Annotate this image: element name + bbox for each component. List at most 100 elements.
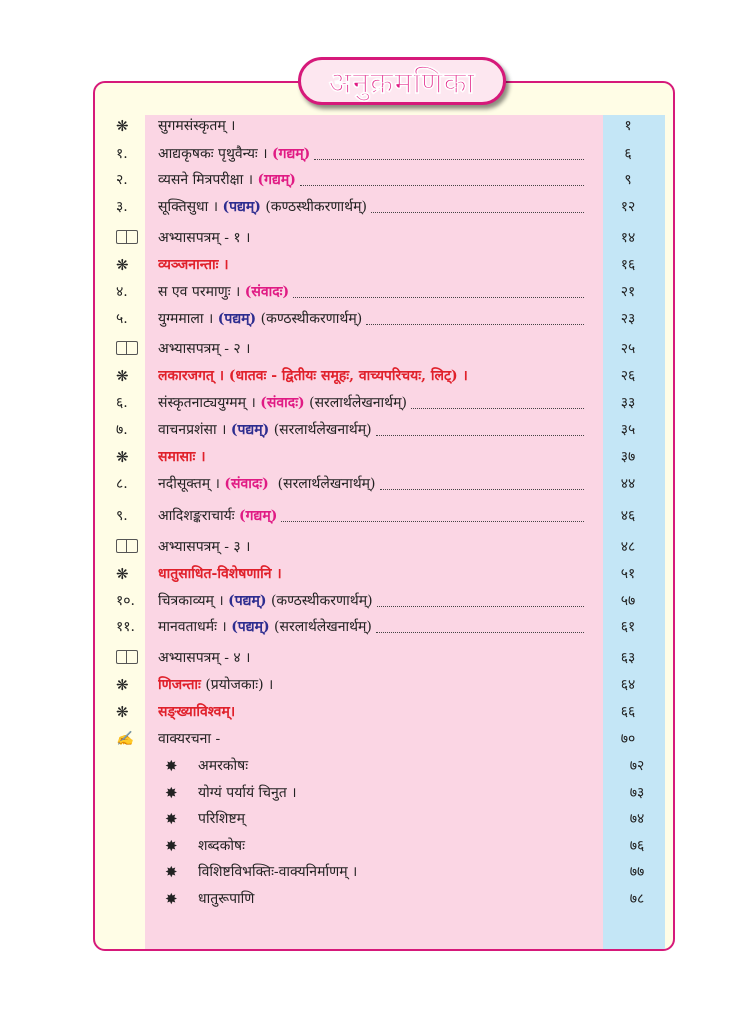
asterisk-bullet-icon: ✸	[165, 784, 178, 802]
page-number: ७२	[629, 758, 645, 774]
entry-title: चित्रकाव्यम् । (पद्यम्) (कण्ठस्थीकरणार्थ…	[158, 590, 588, 612]
sub-entry-title: परिशिष्टम्	[198, 811, 245, 827]
dot-leader	[376, 606, 584, 607]
page-number: २५	[620, 341, 636, 357]
dot-leader	[375, 632, 584, 633]
entry-title-part: संस्कृतनाट्ययुग्मम् ।	[158, 395, 261, 411]
entry-title-part: आद्यकृषकः पृथुवैन्यः ।	[158, 146, 272, 162]
entry-title-part: (गद्यम्)	[257, 172, 296, 188]
star-bullet-icon: ❋	[116, 448, 129, 466]
dot-leader	[366, 324, 584, 325]
entry-title-part: व्यञ्जनान्ताः ।	[158, 257, 229, 273]
entry-title-part: (गद्यम्)	[271, 146, 311, 162]
entry-title-part: (सरलार्थलेखनार्थम्)	[269, 422, 372, 438]
entry-title-part: (पद्यम्)	[231, 619, 270, 635]
star-bullet-icon: ❋	[116, 565, 129, 583]
entry-title: अभ्यासपत्रम् - २ ।	[158, 338, 588, 360]
sub-entry-title: विशिष्टविभक्तिः-वाक्यनिर्माणम् ।	[198, 864, 358, 880]
contents-entry: ३. सूक्तिसुधा । (पद्यम्) (कण्ठस्थीकरणार्थ…	[110, 196, 666, 218]
asterisk-bullet-icon: ✸	[165, 890, 178, 908]
page-number: १६	[620, 257, 636, 273]
entry-title-part: नदीसूक्तम् ।	[158, 476, 225, 492]
entry-title: सूक्तिसुधा । (पद्यम्) (कण्ठस्थीकरणार्थम्…	[158, 196, 588, 218]
page-number: ७४	[629, 811, 645, 827]
book-icon	[116, 338, 160, 360]
page-number: ७६	[629, 838, 645, 854]
entry-title-part: लकारजगत् । (धातवः - द्वितीयः समूहः, वाच्…	[158, 368, 468, 384]
entry-title: संस्कृतनाट्ययुग्मम् । (संवादः) (सरलार्थल…	[158, 392, 588, 414]
entry-title: सङ्ख्याविश्वम्।	[158, 701, 588, 723]
sub-entry: ✸ विशिष्टविभक्तिः-वाक्यनिर्माणम् । ७७	[165, 861, 665, 883]
page-number: २१	[620, 284, 636, 300]
entry-title: स एव परमाणुः । (संवादः)	[158, 281, 588, 303]
contents-entry: अभ्यासपत्रम् - ४ । ६३	[110, 647, 666, 669]
page-number: ६३	[620, 650, 636, 666]
entry-number: १.	[116, 146, 128, 162]
entry-number: ७.	[116, 422, 128, 438]
star-bullet-icon: ❋	[116, 367, 129, 385]
contents-entry: ९. आदिशङ्कराचार्यः (गद्यम्) ४६	[110, 505, 666, 527]
entry-title: धातुसाधित-विशेषणानि ।	[158, 563, 588, 585]
sub-entry: ✸ धातुरूपाणि ७८	[165, 888, 665, 910]
contents-entry: १०. चित्रकाव्यम् । (पद्यम्) (कण्ठस्थीकरणा…	[110, 590, 666, 612]
entry-title-part: अभ्यासपत्रम् - ४ ।	[158, 650, 251, 666]
contents-entry: ८. नदीसूक्तम् । (संवादः) (सरलार्थलेखनार्थ…	[110, 473, 666, 495]
entry-title-part: स एव परमाणुः ।	[158, 284, 245, 300]
contents-entry: २. व्यसने मित्रपरीक्षा । (गद्यम्) ९	[110, 169, 666, 191]
entry-title-part: (कण्ठस्थीकरणार्थम्)	[256, 311, 363, 327]
entry-number: ११.	[116, 619, 136, 635]
entry-title-part: सुगमसंस्कृतम् ।	[158, 118, 236, 134]
page-number: १२	[620, 199, 636, 215]
entry-title-part: (प्रयोजकाः) ।	[200, 677, 274, 693]
entry-title-part: वाचनप्रशंसा ।	[158, 422, 231, 438]
dot-leader	[370, 212, 584, 213]
contents-entry: ११. मानवताधर्मः । (पद्यम्) (सरलार्थलेखनार…	[110, 616, 666, 638]
entry-title: णिजन्ताः (प्रयोजकाः) ।	[158, 674, 588, 696]
asterisk-bullet-icon: ✸	[165, 837, 178, 855]
entry-title-part: आदिशङ्कराचार्यः	[158, 508, 240, 524]
contents-entry: अभ्यासपत्रम् - २ । २५	[110, 338, 666, 360]
entry-title-part: मानवताधर्मः ।	[158, 619, 232, 635]
dot-leader	[375, 435, 584, 436]
entry-title-part: (पद्यम्)	[228, 593, 267, 609]
page-number: ३५	[620, 422, 636, 438]
entry-title: आदिशङ्कराचार्यः (गद्यम्)	[158, 505, 588, 527]
sub-entry: ✸ अमरकोषः ७२	[165, 755, 665, 777]
dot-leader	[293, 297, 584, 298]
page-number: ४४	[620, 476, 636, 492]
entry-title-part: सङ्ख्याविश्वम्।	[158, 704, 236, 720]
entry-title: वाक्यरचना -	[158, 728, 588, 750]
entry-title-part: अभ्यासपत्रम् - १ ।	[158, 230, 251, 246]
entry-title-part: णिजन्ताः	[158, 677, 201, 693]
entry-title-part: (संवादः)	[260, 395, 305, 411]
entry-number: ८.	[116, 476, 128, 492]
entry-number: १०.	[116, 593, 136, 609]
entry-title-part: (पद्यम्)	[230, 422, 270, 438]
entry-title: वाचनप्रशंसा । (पद्यम्) (सरलार्थलेखनार्थम…	[158, 419, 588, 441]
page-number: ७७	[629, 864, 645, 880]
page-number: ४८	[620, 539, 636, 555]
contents-entry: ❋ धातुसाधित-विशेषणानि । ५१	[110, 563, 666, 585]
page-number: ४६	[620, 508, 636, 524]
contents-entry: ५. युग्ममाला । (पद्यम्) (कण्ठस्थीकरणार्थम…	[110, 308, 666, 330]
entry-title-part: (संवादः)	[224, 476, 269, 492]
page-number: १	[624, 118, 632, 134]
sub-entry: ✸ परिशिष्टम् ७४	[165, 808, 665, 830]
entry-title: युग्ममाला । (पद्यम्) (कण्ठस्थीकरणार्थम्)	[158, 308, 588, 330]
entry-title-part: (पद्यम्)	[222, 199, 261, 215]
entry-title: अभ्यासपत्रम् - ४ ।	[158, 647, 588, 669]
page-number: ६१	[620, 619, 636, 635]
book-icon	[116, 227, 160, 249]
contents-entry: ७. वाचनप्रशंसा । (पद्यम्) (सरलार्थलेखनार्…	[110, 419, 666, 441]
star-bullet-icon: ❋	[116, 676, 129, 694]
entry-title: लकारजगत् । (धातवः - द्वितीयः समूहः, वाच्…	[158, 365, 588, 387]
contents-entry: ❋ सुगमसंस्कृतम् । १	[110, 115, 666, 137]
entry-title-part: वाक्यरचना -	[158, 731, 221, 747]
star-bullet-icon: ❋	[116, 256, 129, 274]
entry-title-part: (कण्ठस्थीकरणार्थम्)	[266, 593, 373, 609]
page-number: ६४	[620, 677, 636, 693]
contents-entry: ❋ णिजन्ताः (प्रयोजकाः) । ६४	[110, 674, 666, 696]
contents-entry: अभ्यासपत्रम् - १ । १४	[110, 227, 666, 249]
entry-title-part: समासाः ।	[158, 449, 206, 465]
entry-title: नदीसूक्तम् । (संवादः) (सरलार्थलेखनार्थम्…	[158, 473, 588, 495]
